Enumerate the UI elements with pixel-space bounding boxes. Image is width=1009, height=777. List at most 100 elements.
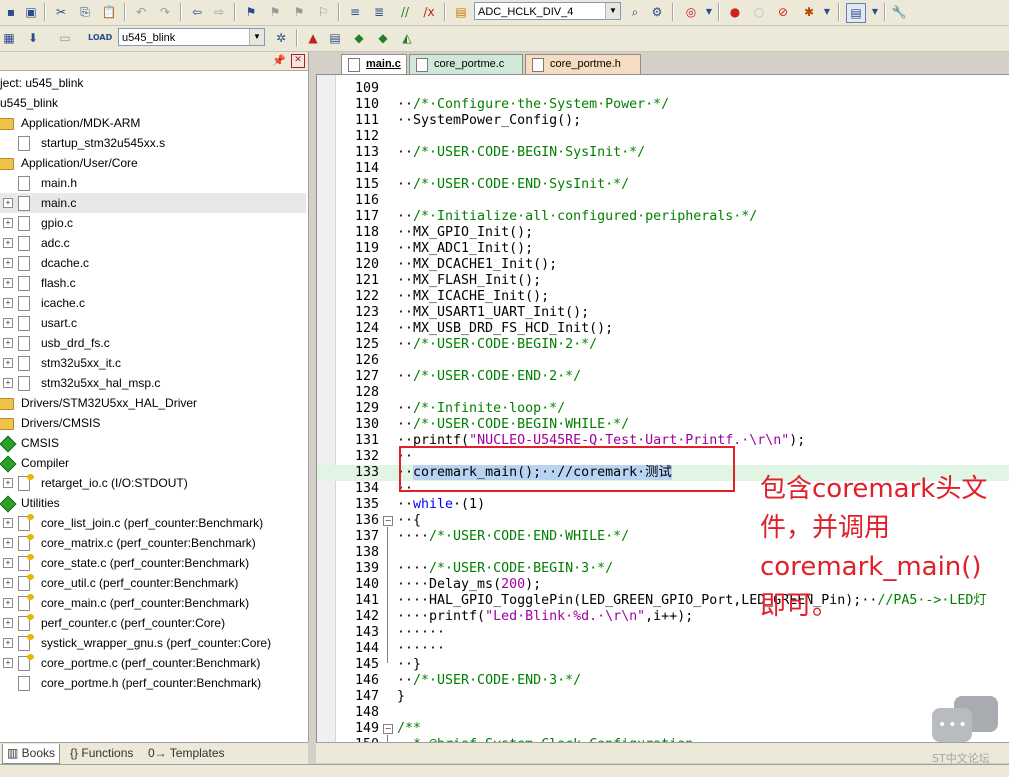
find-icon[interactable]: ⌕: [626, 3, 644, 21]
tab-templates[interactable]: 0→ Templates: [144, 744, 229, 763]
code-line[interactable]: 118 ··MX_GPIO_Init();: [317, 225, 1009, 241]
tree-item[interactable]: Compiler: [0, 453, 306, 473]
tree-item[interactable]: + stm32u5xx_it.c: [0, 353, 306, 373]
translate-icon[interactable]: ▦: [0, 29, 18, 47]
code-line[interactable]: 109: [317, 81, 1009, 97]
code-line[interactable]: 124 ··MX_USB_DRD_FS_HCD_Init();: [317, 321, 1009, 337]
code-line[interactable]: 129 ··/*·Infinite·loop·*/: [317, 401, 1009, 417]
download-icon[interactable]: LOAD: [88, 29, 112, 47]
configure-icon[interactable]: ✱: [800, 3, 818, 21]
expand-icon[interactable]: +: [3, 298, 13, 308]
code-line[interactable]: 147}: [317, 689, 1009, 705]
expand-icon[interactable]: +: [3, 618, 13, 628]
expand-icon[interactable]: +: [3, 638, 13, 648]
expand-icon[interactable]: +: [3, 358, 13, 368]
tree-item[interactable]: Drivers/STM32U5xx_HAL_Driver: [0, 393, 306, 413]
software-components-icon[interactable]: ◭: [398, 29, 416, 47]
expand-icon[interactable]: +: [3, 538, 13, 548]
code-line[interactable]: 119 ··MX_ADC1_Init();: [317, 241, 1009, 257]
tree-item[interactable]: + perf_counter.c (perf_counter:Core): [0, 613, 306, 633]
pack-installer-icon[interactable]: ◆: [374, 29, 392, 47]
expand-icon[interactable]: +: [3, 218, 13, 228]
tree-item[interactable]: + flash.c: [0, 273, 306, 293]
tab-books[interactable]: ▥ Books: [2, 744, 61, 764]
code-line[interactable]: 114: [317, 161, 1009, 177]
code-line[interactable]: 128: [317, 385, 1009, 401]
expand-icon[interactable]: +: [3, 378, 13, 388]
code-line[interactable]: 146 ··/*·USER·CODE·END·3·*/: [317, 673, 1009, 689]
tree-item[interactable]: Drivers/CMSIS: [0, 413, 306, 433]
tree-item[interactable]: Application/MDK-ARM: [0, 113, 306, 133]
tree-item[interactable]: + dcache.c: [0, 253, 306, 273]
code-line[interactable]: 116: [317, 193, 1009, 209]
tree-item[interactable]: ject: u545_blink: [0, 73, 306, 93]
chevron-down-icon[interactable]: ▼: [249, 29, 264, 45]
indent-icon[interactable]: ≡: [346, 3, 364, 21]
close-icon[interactable]: ✕: [291, 54, 305, 68]
comment-icon[interactable]: //: [396, 3, 414, 21]
window-layout-icon[interactable]: ▤: [846, 3, 866, 23]
pin-icon[interactable]: 📌: [272, 54, 286, 67]
cut-icon[interactable]: ✂: [52, 3, 70, 21]
bookmark-icon[interactable]: ⚑: [242, 3, 260, 21]
save-all-icon[interactable]: ▣: [22, 3, 40, 21]
project-target-combo[interactable]: u545_blink ▼: [118, 28, 265, 46]
code-line[interactable]: 127 ··/*·USER·CODE·END·2·*/: [317, 369, 1009, 385]
expand-icon[interactable]: +: [3, 558, 13, 568]
tree-item[interactable]: u545_blink: [0, 93, 306, 113]
build-icon[interactable]: ⬇: [24, 29, 42, 47]
code-line[interactable]: 144 ······: [317, 641, 1009, 657]
paste-icon[interactable]: 📋: [100, 3, 118, 21]
clear-bookmarks-icon[interactable]: ⚐: [314, 3, 332, 21]
code-line[interactable]: 120 ··MX_DCACHE1_Init();: [317, 257, 1009, 273]
manage-rte-icon[interactable]: ◆: [350, 29, 368, 47]
code-line[interactable]: 125 ··/*·USER·CODE·BEGIN·2·*/: [317, 337, 1009, 353]
tree-item[interactable]: + core_portme.c (perf_counter:Benchmark): [0, 653, 306, 673]
tools-icon[interactable]: 🔧: [890, 3, 908, 21]
expand-icon[interactable]: +: [3, 278, 13, 288]
kill-breakpoints-icon[interactable]: ⊘: [774, 3, 792, 21]
expand-icon[interactable]: +: [3, 518, 13, 528]
chevron-down-icon[interactable]: ▼: [866, 3, 884, 21]
disable-breakpoint-icon[interactable]: ○: [750, 3, 768, 21]
expand-icon[interactable]: +: [3, 338, 13, 348]
chevron-down-icon[interactable]: ▼: [700, 3, 718, 21]
tree-item[interactable]: + systick_wrapper_gnu.s (perf_counter:Cor…: [0, 633, 306, 653]
expand-icon[interactable]: +: [3, 478, 13, 488]
expand-icon[interactable]: +: [3, 318, 13, 328]
batch-build-icon[interactable]: ▭: [56, 29, 74, 47]
nav-forward-icon[interactable]: ⇨: [210, 3, 228, 21]
manage-project-icon[interactable]: ▲: [304, 29, 322, 47]
tree-item[interactable]: Application/User/Core: [0, 153, 306, 173]
target-options-icon[interactable]: ✲: [272, 29, 290, 47]
tab-main-c[interactable]: main.c: [341, 54, 407, 74]
next-bookmark-icon[interactable]: ⚑: [290, 3, 308, 21]
redo-icon[interactable]: ↷: [156, 3, 174, 21]
code-line[interactable]: 122 ··MX_ICACHE_Init();: [317, 289, 1009, 305]
horizontal-scrollbar[interactable]: [316, 742, 1009, 763]
undo-icon[interactable]: ↶: [132, 3, 150, 21]
fold-icon[interactable]: −: [383, 724, 393, 734]
tree-item[interactable]: startup_stm32u545xx.s: [0, 133, 306, 153]
tree-item[interactable]: + core_main.c (perf_counter:Benchmark): [0, 593, 306, 613]
code-line[interactable]: 148: [317, 705, 1009, 721]
breakpoint-icon[interactable]: ●: [726, 3, 744, 21]
code-line[interactable]: 149−/**: [317, 721, 1009, 737]
tree-item[interactable]: main.h: [0, 173, 306, 193]
chevron-down-icon[interactable]: ▼: [818, 3, 836, 21]
code-editor[interactable]: 109 110 ··/*·Configure·the·System·Power·*/…: [316, 74, 1009, 743]
code-line[interactable]: 143 ······: [317, 625, 1009, 641]
tree-item[interactable]: + core_matrix.c (perf_counter:Benchmark): [0, 533, 306, 553]
tab-core-portme-c[interactable]: core_portme.c: [409, 54, 523, 74]
tree-item[interactable]: + retarget_io.c (I/O:STDOUT): [0, 473, 306, 493]
code-line[interactable]: 117 ··/*·Initialize·all·configured·periph…: [317, 209, 1009, 225]
expand-icon[interactable]: +: [3, 578, 13, 588]
nav-back-icon[interactable]: ⇦: [188, 3, 206, 21]
code-line[interactable]: 111 ··SystemPower_Config();: [317, 113, 1009, 129]
code-line[interactable]: 145 ··}: [317, 657, 1009, 673]
tree-item[interactable]: CMSIS: [0, 433, 306, 453]
code-line[interactable]: 110 ··/*·Configure·the·System·Power·*/: [317, 97, 1009, 113]
target-combo[interactable]: ADC_HCLK_DIV_4 ▼: [474, 2, 621, 20]
expand-icon[interactable]: +: [3, 238, 13, 248]
chevron-down-icon[interactable]: ▼: [605, 3, 620, 19]
